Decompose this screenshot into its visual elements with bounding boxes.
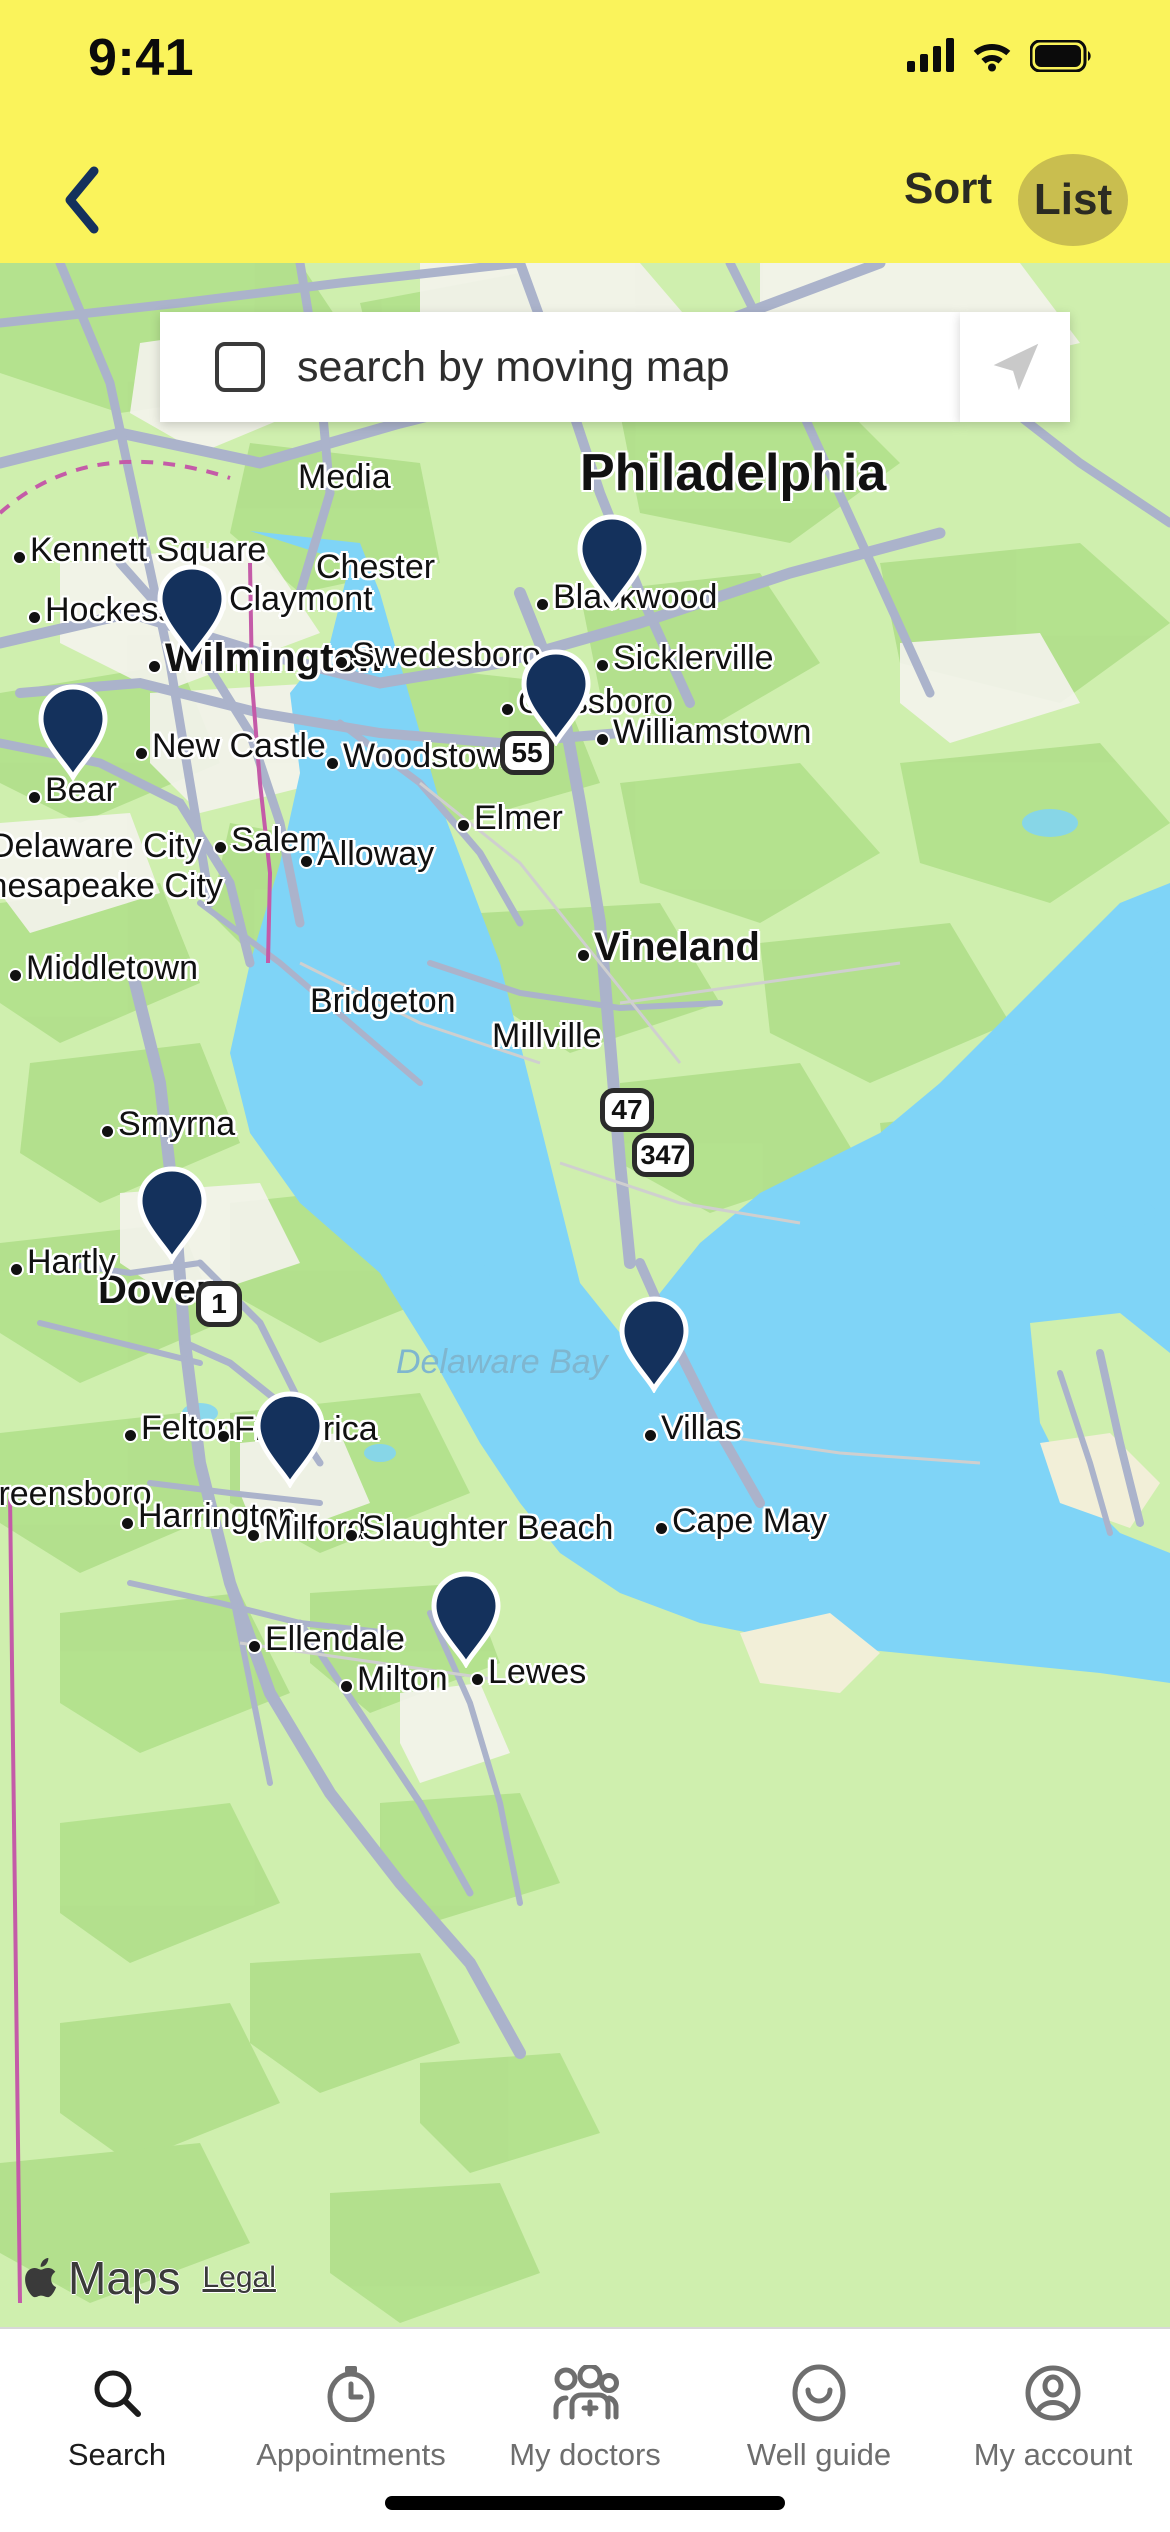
tab-label-search: Search bbox=[67, 2437, 167, 2472]
app-screen: Philadelphia Media Chester Kennett Squar… bbox=[0, 0, 1170, 2532]
list-button[interactable]: List bbox=[1018, 154, 1128, 246]
tab-search[interactable]: Search bbox=[0, 2329, 234, 2473]
navigation-bar: Sort List bbox=[0, 150, 1170, 246]
tab-my-account[interactable]: My account bbox=[936, 2329, 1170, 2473]
tab-well-guide[interactable]: Well guide bbox=[702, 2329, 936, 2473]
map-pin[interactable] bbox=[429, 1570, 503, 1668]
map-pin[interactable] bbox=[519, 648, 593, 746]
tab-appointments[interactable]: Appointments bbox=[234, 2329, 468, 2473]
apple-logo-icon bbox=[25, 2258, 57, 2298]
cellular-bars-icon bbox=[907, 38, 954, 72]
map-pin[interactable] bbox=[155, 563, 229, 661]
status-bar-indicators bbox=[907, 38, 1092, 72]
map-pin[interactable] bbox=[253, 1390, 327, 1488]
battery-icon bbox=[1030, 40, 1091, 72]
search-by-moving-map-bar[interactable]: search by moving map bbox=[160, 312, 960, 422]
wifi-icon bbox=[973, 44, 1011, 72]
tab-label-appointments: Appointments bbox=[256, 2437, 446, 2472]
stopwatch-icon bbox=[323, 2363, 379, 2423]
tab-label-my-doctors: My doctors bbox=[509, 2437, 661, 2472]
people-plus-icon bbox=[550, 2363, 620, 2423]
maps-label: Maps bbox=[68, 2252, 181, 2304]
map-pin[interactable] bbox=[617, 1295, 691, 1393]
map-pin[interactable] bbox=[135, 1165, 209, 1263]
tab-label-well-guide: Well guide bbox=[746, 2437, 892, 2472]
locate-me-button[interactable] bbox=[960, 312, 1070, 422]
sort-button[interactable]: Sort bbox=[904, 164, 992, 214]
person-circle-icon bbox=[1024, 2363, 1082, 2423]
tab-label-my-account: My account bbox=[973, 2437, 1133, 2472]
navigation-arrow-icon bbox=[993, 343, 1039, 391]
chevron-left-icon bbox=[65, 166, 99, 234]
list-button-label: List bbox=[1033, 175, 1113, 224]
search-by-moving-map-label: search by moving map bbox=[297, 342, 730, 391]
search-by-moving-map-checkbox[interactable] bbox=[215, 342, 265, 392]
map-canvas[interactable]: Philadelphia Media Chester Kennett Squar… bbox=[0, 263, 1170, 2327]
app-header: 9:41 Sort List bbox=[0, 0, 1170, 263]
status-bar: 9:41 bbox=[0, 0, 1170, 120]
tab-my-doctors[interactable]: My doctors bbox=[468, 2329, 702, 2473]
legal-link[interactable]: Legal bbox=[202, 2261, 275, 2295]
apple-maps-logo: Maps bbox=[22, 2251, 180, 2305]
home-indicator bbox=[385, 2496, 785, 2510]
search-icon bbox=[89, 2363, 145, 2423]
map-attribution: Maps Legal bbox=[22, 2251, 276, 2305]
status-bar-time: 9:41 bbox=[88, 29, 195, 87]
smile-circle-icon bbox=[790, 2363, 848, 2423]
map-pin[interactable] bbox=[575, 513, 649, 611]
map-pin[interactable] bbox=[36, 683, 110, 781]
back-button[interactable] bbox=[36, 154, 128, 246]
